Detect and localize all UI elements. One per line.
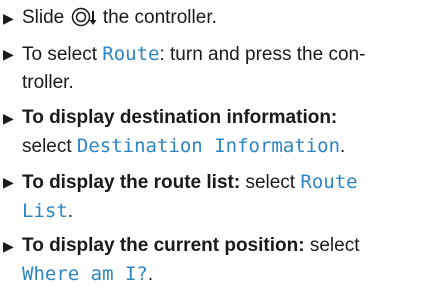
step-4-bold: To display the route list: [22, 172, 241, 193]
bullet-arrow-icon: ▶ [3, 238, 14, 254]
step-4-ui-route: Route [300, 171, 358, 193]
step-1-pre: Slide [22, 7, 65, 28]
step-1-text: Slide the controller. [22, 4, 444, 32]
step-3-ui-destination-information: Destination Information [76, 135, 341, 157]
step-5-line-2: Where am I?. [22, 260, 444, 289]
step-5-ui-where-am-i: Where am I? [22, 263, 148, 285]
step-4-post: . [67, 201, 74, 222]
step-2-text: To select Route: turn and press the con-… [22, 40, 444, 97]
step-3-line-1: To display destination information: [22, 104, 444, 132]
bullet-arrow-icon: ▶ [3, 110, 14, 126]
step-5-line-1: To display the current position: select [22, 232, 444, 260]
bullet-arrow-icon: ▶ [3, 174, 14, 190]
bullet-arrow-icon: ▶ [3, 46, 14, 62]
step-1-post: the controller. [102, 7, 217, 28]
step-2-pre: To select [22, 44, 97, 65]
step-3-bold: To display destination information: [22, 107, 338, 128]
step-3-post: . [340, 136, 346, 157]
step-2-post-2: troller. [22, 72, 74, 93]
step-5-pre: select [309, 235, 360, 256]
step-2-line-2: troller. [22, 69, 444, 97]
controller-slide-down-icon [71, 7, 97, 27]
step-3-line-2: select Destination Information. [22, 132, 444, 161]
step-4-line-1: To display the route list: select Route [22, 168, 444, 197]
step-2-ui-route: Route [102, 43, 160, 65]
step-5-text: To display the current position: select … [22, 232, 444, 289]
step-4-text: To display the route list: select Route … [22, 168, 444, 226]
step-2-line-1: To select Route: turn and press the con- [22, 40, 444, 69]
step-3-text: To display destination information: sele… [22, 104, 444, 161]
step-5-post: . [147, 264, 154, 285]
bullet-arrow-icon: ▶ [3, 10, 14, 26]
step-4-ui-list: List [22, 200, 68, 222]
step-4-line-2: List. [22, 197, 444, 226]
step-3-pre: select [22, 136, 72, 157]
step-2-post-1: : turn and press the con- [159, 44, 366, 65]
step-5-bold: To display the current position: [22, 235, 305, 256]
step-4-pre: select [245, 172, 296, 193]
